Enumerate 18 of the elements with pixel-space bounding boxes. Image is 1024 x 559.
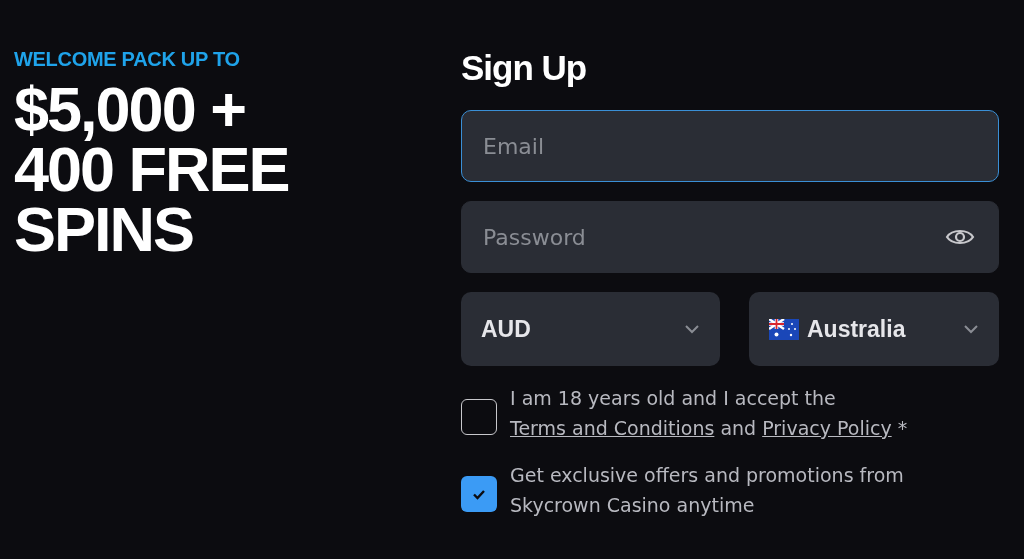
form-title: Sign Up — [461, 48, 588, 88]
consent-text: Get exclusive offers and promotions from Skycrown Casino anytime — [510, 463, 905, 518]
checkbox[interactable] — [461, 476, 497, 512]
promo-eyebrow: WELCOME PACK UP TO — [14, 48, 241, 71]
policy-link[interactable]: Privacy Policy — [762, 417, 892, 439]
email-field[interactable]: Email — [461, 110, 999, 182]
promo-headline: $5,000 + 400 FREE SPINS — [14, 79, 290, 259]
eye-icon[interactable] — [945, 227, 975, 247]
checkbox[interactable] — [461, 399, 497, 435]
checkmark-icon — [472, 488, 486, 500]
flag-icon — [769, 318, 799, 340]
currency-select[interactable]: AUD — [461, 292, 720, 366]
consent-text: I am 18 years old and I accept the Terms and Conditions and Privacy Policy * — [510, 386, 909, 441]
policy-link[interactable]: Terms and Conditions — [510, 417, 715, 439]
chevron-down-icon — [684, 324, 700, 334]
country-select[interactable]: Australia — [749, 292, 999, 366]
chevron-down-icon — [963, 324, 979, 334]
password-field[interactable]: Password — [461, 201, 999, 273]
